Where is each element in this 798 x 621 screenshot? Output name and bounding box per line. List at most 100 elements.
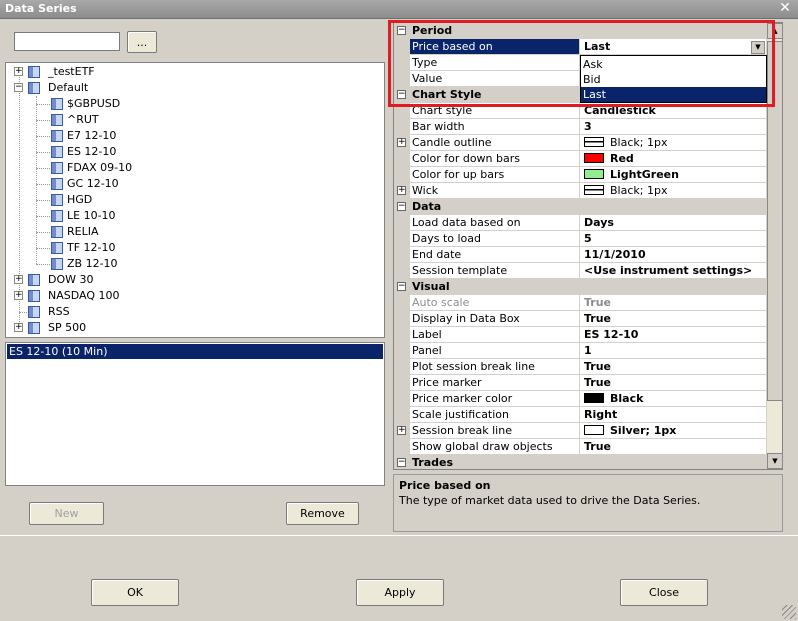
instrument-tree[interactable]: + _testETF − Default $GBPUSD ^RUT E7 12-10 ES 1… <box>5 62 385 338</box>
expand-icon[interactable]: + <box>14 275 23 284</box>
tree-item-dow-30[interactable]: + DOW 30 <box>6 272 376 288</box>
scroll-up-arrow-icon[interactable]: ▲ <box>767 23 783 39</box>
tree-item-zb-12-10[interactable]: ZB 12-10 <box>6 256 376 272</box>
collapse-icon[interactable]: − <box>397 458 406 467</box>
property-price-marker-color[interactable]: Price marker color Black <box>394 391 768 407</box>
property-load-data-based-on[interactable]: Load data based on Days <box>394 215 768 231</box>
tree-item-tf-12-10[interactable]: TF 12-10 <box>6 240 376 256</box>
property-value[interactable]: True <box>581 439 768 454</box>
tree-item-le-10-10[interactable]: LE 10-10 <box>6 208 376 224</box>
property-session-break-line[interactable]: + Session break line Silver; 1px <box>394 423 768 439</box>
property-show-global-draw-objects[interactable]: Show global draw objects True <box>394 439 768 455</box>
property-value[interactable]: <Use instrument settings> <box>581 263 768 278</box>
instrument-search-input[interactable] <box>14 32 120 51</box>
property-value[interactable]: Black <box>581 391 768 406</box>
property-value[interactable]: 1 <box>581 343 768 358</box>
tree-item-label: RELIA <box>67 225 99 238</box>
property-wick[interactable]: + Wick Black; 1px <box>394 183 768 199</box>
scroll-down-arrow-icon[interactable]: ▼ <box>767 453 783 469</box>
tree-item-fdax-09-10[interactable]: FDAX 09-10 <box>6 160 376 176</box>
tree-item-es-12-10[interactable]: ES 12-10 <box>6 144 376 160</box>
property-plot-session-break-line[interactable]: Plot session break line True <box>394 359 768 375</box>
dropdown-arrow-icon[interactable]: ▼ <box>751 41 765 54</box>
list-item-es-12-10-10-min[interactable]: ES 12-10 (10 Min) <box>7 344 383 359</box>
property-value[interactable]: LightGreen <box>581 167 768 182</box>
category-visual[interactable]: − Visual <box>394 279 768 295</box>
apply-button[interactable]: Apply <box>356 579 444 606</box>
collapse-icon[interactable]: − <box>397 26 406 35</box>
tree-item-gbpusd[interactable]: $GBPUSD <box>6 96 376 112</box>
property-auto-scale[interactable]: Auto scale True <box>394 295 768 311</box>
property-value[interactable]: ES 12-10 <box>581 327 768 342</box>
tree-item-relia[interactable]: RELIA <box>6 224 376 240</box>
property-days-to-load[interactable]: Days to load 5 <box>394 231 768 247</box>
tree-item-sp-500[interactable]: + SP 500 <box>6 320 376 336</box>
tree-item-rut[interactable]: ^RUT <box>6 112 376 128</box>
tree-item-e7-12-10[interactable]: E7 12-10 <box>6 128 376 144</box>
close-icon[interactable]: ✕ <box>778 1 792 15</box>
property-label[interactable]: Label ES 12-10 <box>394 327 768 343</box>
expand-icon[interactable]: + <box>397 186 406 195</box>
property-value[interactable]: Right <box>581 407 768 422</box>
tree-item-testetf[interactable]: + _testETF <box>6 64 376 80</box>
collapse-icon[interactable]: − <box>14 83 23 92</box>
resize-grip-icon[interactable] <box>782 605 796 619</box>
property-session-template[interactable]: Session template <Use instrument settings… <box>394 263 768 279</box>
property-display-in-data-box[interactable]: Display in Data Box True <box>394 311 768 327</box>
property-value[interactable]: Red <box>581 151 768 166</box>
property-value[interactable]: True <box>581 359 768 374</box>
expand-icon[interactable]: + <box>397 426 406 435</box>
collapse-icon[interactable]: − <box>397 282 406 291</box>
expand-icon[interactable]: + <box>14 323 23 332</box>
scroll-thumb[interactable] <box>767 41 783 401</box>
dropdown-option-ask[interactable]: Ask <box>581 57 766 72</box>
property-grid-scrollbar[interactable]: ▲ ▼ <box>766 23 783 469</box>
category-trades[interactable]: − Trades <box>394 455 768 469</box>
tree-item-rss[interactable]: RSS <box>6 304 376 320</box>
tree-item-default[interactable]: − Default <box>6 80 376 96</box>
collapse-icon[interactable]: − <box>397 202 406 211</box>
property-panel[interactable]: Panel 1 <box>394 343 768 359</box>
tree-item-gc-12-10[interactable]: GC 12-10 <box>6 176 376 192</box>
category-data[interactable]: − Data <box>394 199 768 215</box>
property-value[interactable]: True <box>581 295 768 310</box>
property-color-for-up-bars[interactable]: Color for up bars LightGreen <box>394 167 768 183</box>
property-scale-justification[interactable]: Scale justification Right <box>394 407 768 423</box>
color-swatch <box>584 425 604 435</box>
data-series-list[interactable]: ES 12-10 (10 Min) <box>5 342 385 486</box>
property-value[interactable]: Silver; 1px <box>581 423 768 438</box>
property-value[interactable]: 3 <box>581 119 768 134</box>
close-button[interactable]: Close <box>620 579 708 606</box>
price-based-on-dropdown-list[interactable]: Ask Bid Last <box>580 55 767 103</box>
ok-button[interactable]: OK <box>91 579 179 606</box>
category-period[interactable]: − Period <box>394 23 768 39</box>
property-chart-style[interactable]: Chart style Candlestick <box>394 103 768 119</box>
property-candle-outline[interactable]: + Candle outline Black; 1px <box>394 135 768 151</box>
expand-icon[interactable]: + <box>397 138 406 147</box>
new-button[interactable]: New <box>29 502 104 525</box>
property-value[interactable]: 11/1/2010 <box>581 247 768 262</box>
property-price-marker[interactable]: Price marker True <box>394 375 768 391</box>
property-value[interactable]: True <box>581 311 768 326</box>
collapse-icon[interactable]: − <box>397 90 406 99</box>
property-value[interactable]: Black; 1px <box>581 183 768 198</box>
property-value[interactable]: Black; 1px <box>581 135 768 150</box>
expand-icon[interactable]: + <box>14 291 23 300</box>
property-price-based-on[interactable]: Price based on Last ▼ <box>394 39 768 55</box>
property-value-text: 11/1/2010 <box>584 248 646 261</box>
property-end-date[interactable]: End date 11/1/2010 <box>394 247 768 263</box>
dropdown-option-last[interactable]: Last <box>581 87 766 102</box>
property-color-for-down-bars[interactable]: Color for down bars Red <box>394 151 768 167</box>
remove-button[interactable]: Remove <box>286 502 359 525</box>
property-value[interactable]: Candlestick <box>581 103 768 118</box>
expand-icon[interactable]: + <box>14 67 23 76</box>
property-value[interactable]: 5 <box>581 231 768 246</box>
dropdown-option-bid[interactable]: Bid <box>581 72 766 87</box>
tree-item-nasdaq-100[interactable]: + NASDAQ 100 <box>6 288 376 304</box>
tree-item-hgd[interactable]: HGD <box>6 192 376 208</box>
property-value[interactable]: Days <box>581 215 768 230</box>
browse-button[interactable]: ... <box>127 31 157 53</box>
property-bar-width[interactable]: Bar width 3 <box>394 119 768 135</box>
property-value[interactable]: True <box>581 375 768 390</box>
property-value[interactable]: Last <box>581 39 768 54</box>
